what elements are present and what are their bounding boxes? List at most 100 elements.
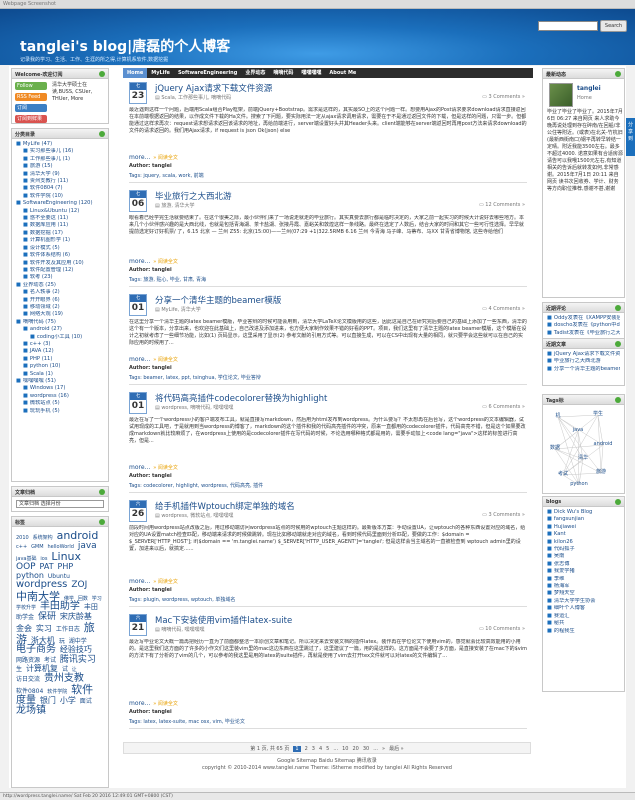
tag-link[interactable]: 访日交流 — [16, 676, 40, 683]
tag-link[interactable]: 学校升学 — [16, 605, 36, 611]
post-categories[interactable]: ▤ 嘀嘀代码, 嘿嘿嘿嘿 — [155, 626, 205, 633]
subscribe-button[interactable]: 订阅 — [15, 104, 47, 112]
category-label[interactable]: Windows (17) — [30, 385, 65, 391]
tag-link[interactable]: ZOJ — [71, 580, 87, 590]
nav-item[interactable]: MyLife — [147, 68, 174, 78]
tag-word[interactable]: 数据 — [550, 444, 560, 451]
avatar[interactable] — [549, 83, 573, 107]
blogroll-item[interactable]: ■ 的程我生 — [547, 628, 620, 635]
post-comments-link[interactable]: ▭ 10 Comments » — [479, 626, 525, 632]
category-label[interactable]: python (10) — [30, 363, 60, 369]
xianguo-button[interactable]: 订阅到鲜果 — [15, 115, 47, 123]
category-item[interactable]: ■ JAVA (12) — [16, 348, 104, 355]
tag-link[interactable]: 助学金 — [16, 614, 34, 621]
widget-toggle-icon[interactable] — [615, 305, 621, 311]
post-tags[interactable]: Tags: plugin, wordpress, wptouch, 单独域名 — [129, 596, 527, 603]
category-item[interactable]: ■ 玩玩手机 (5) — [16, 408, 104, 415]
page-link[interactable]: 最后 » — [389, 746, 404, 752]
post-title[interactable]: 毕业旅行之大西北游 — [155, 190, 232, 202]
widget-toggle-icon[interactable] — [615, 499, 621, 505]
category-item[interactable]: ■ MyLife (47) — [16, 141, 104, 148]
category-label[interactable]: 移动领域 (2) — [30, 304, 60, 310]
tag-link[interactable]: 丰田 — [84, 603, 98, 611]
category-label[interactable]: c++ (3) — [30, 341, 51, 347]
category-label[interactable]: 软件配置管理 (12) — [30, 267, 73, 273]
category-item[interactable]: ■ c++ (3) — [16, 341, 104, 348]
category-item[interactable]: ■ 数据库应用 (11) — [16, 222, 104, 229]
widget-toggle-icon[interactable] — [99, 489, 105, 495]
nav-item[interactable]: SoftwareEngineering — [174, 68, 241, 78]
tag-link[interactable]: 系统架构 — [33, 535, 53, 541]
category-item[interactable]: ■ SoftwareEngineering (120) — [16, 200, 104, 207]
nav-item[interactable]: 嘀嘀代码 — [269, 68, 297, 78]
tag-word[interactable]: 机 — [555, 412, 560, 419]
category-label[interactable]: 软件开发及其应用 (10) — [30, 260, 84, 266]
category-label[interactable]: SoftwareEngineering (120) — [23, 200, 93, 206]
blogroll-item[interactable]: ■ Hujiawei — [547, 524, 620, 531]
tag-link[interactable]: 龙场镇 — [16, 705, 46, 717]
tag-word[interactable]: 考试 — [558, 470, 568, 477]
page-link[interactable]: ... — [373, 746, 378, 752]
category-item[interactable]: ■ 移动领域 (2) — [16, 304, 104, 311]
category-item[interactable]: ■ coding小工具 (10) — [16, 334, 104, 341]
category-item[interactable]: ■ Linux&Ubuntu (12) — [16, 208, 104, 215]
tag-link[interactable]: 网路资源 — [16, 657, 40, 664]
share-tab[interactable]: 分享到 — [626, 118, 635, 156]
nav-item[interactable]: 嘿嘿嘿嘿 — [297, 68, 325, 78]
category-item[interactable]: ■ wordpress (16) — [16, 393, 104, 400]
category-label[interactable]: JAVA (12) — [30, 348, 54, 354]
category-item[interactable]: ■ 惑不全要这 (11) — [16, 215, 104, 222]
rss-feed-button[interactable]: RSS Feed — [15, 93, 47, 101]
tag-link[interactable]: 玩 — [59, 638, 65, 645]
site-title[interactable]: tanglei's blog|唐磊的个人博客 — [20, 36, 230, 56]
page-link[interactable]: 20 — [352, 746, 358, 752]
category-item[interactable]: ■ 名人轶事 (2) — [16, 289, 104, 296]
blogroll-item[interactable]: ■ 赛运汇 — [547, 613, 620, 620]
category-label[interactable]: 贵州支教行 (11) — [30, 178, 68, 184]
post-categories[interactable]: ▤ 旅游, 清华大学 — [155, 202, 195, 209]
widget-toggle-icon[interactable] — [99, 131, 105, 137]
category-item[interactable]: ■ Scala (1) — [16, 371, 104, 378]
category-label[interactable]: 惑不全要这 (11) — [30, 215, 68, 221]
search-input[interactable] — [538, 21, 598, 31]
tag-link[interactable]: 工作日志 — [56, 626, 80, 633]
nav-item[interactable]: About Me — [325, 68, 360, 78]
category-item[interactable]: ■ 嘀嘀代码 (75) — [16, 319, 104, 326]
category-item[interactable]: ■ 工作那些事儿 (1) — [16, 156, 104, 163]
post-title[interactable]: 将代码高亮插件codecolorer替换为highlight — [155, 392, 327, 404]
category-item[interactable]: ■ 实习那些事儿 (16) — [16, 148, 104, 155]
category-item[interactable]: ■ 软件配置管理 (12) — [16, 267, 104, 274]
archive-month-select[interactable]: 文章归档 选择月份 — [16, 500, 104, 508]
category-item[interactable]: ■ 旅游 (15) — [16, 163, 104, 170]
category-label[interactable]: 网络大观 (19) — [30, 311, 63, 317]
category-item[interactable]: ■ 软件学院 (10) — [16, 193, 104, 200]
category-label[interactable]: 嘀嘀代码 (75) — [23, 319, 56, 325]
recent-post-item[interactable]: ■ 毕业旅行之大西北游 — [547, 358, 620, 365]
profile-name[interactable]: tanglei — [577, 85, 601, 92]
page-link[interactable]: 3 — [312, 746, 315, 752]
category-item[interactable]: ■ 贵州支教行 (11) — [16, 178, 104, 185]
tag-link[interactable]: 实习 — [36, 624, 52, 633]
blogroll-item[interactable]: ■ 我爱学猪 — [547, 568, 620, 575]
post-categories[interactable]: ▤ wordpress, 微软站点, 嘿嘿嘿嘿 — [155, 512, 233, 519]
tag-link[interactable]: c++ — [16, 544, 27, 550]
category-label[interactable]: PHP (11) — [30, 356, 52, 362]
category-item[interactable]: ■ 网络大观 (19) — [16, 311, 104, 318]
tag-link[interactable]: 保研 — [38, 612, 56, 622]
post-title[interactable]: Mac下安装使用vim插件latex-suite — [155, 614, 292, 626]
blogroll-item[interactable]: ■ 杨海军 — [547, 583, 620, 590]
blogroll-item[interactable]: ■ 秘共 — [547, 620, 620, 627]
category-label[interactable]: 数据库应用 (11) — [30, 222, 68, 228]
blogroll-item[interactable]: ■ kilon26 — [547, 539, 620, 546]
post-comments-link[interactable]: ▭ 3 Comments » — [482, 512, 525, 518]
profile-home-link[interactable]: Home — [577, 95, 592, 101]
tag-link[interactable]: PHP — [58, 562, 74, 571]
post-comments-link[interactable]: ▭ 12 Comments » — [479, 202, 525, 208]
tag-link[interactable]: PAT — [40, 562, 54, 571]
tag-link[interactable]: 经验技巧 — [60, 645, 92, 654]
post-categories[interactable]: ▤ MyLife, 清华大学 — [155, 306, 201, 313]
blogroll-item[interactable]: ■ 梦翔天空 — [547, 590, 620, 597]
read-more-link[interactable]: more...» 阅读全文 — [129, 578, 178, 585]
category-label[interactable]: 计算机图形学 (1) — [30, 237, 70, 243]
footer-sitemaps[interactable]: Google Sitemap Baidu Sitemap 腾讯收录 — [123, 758, 531, 765]
